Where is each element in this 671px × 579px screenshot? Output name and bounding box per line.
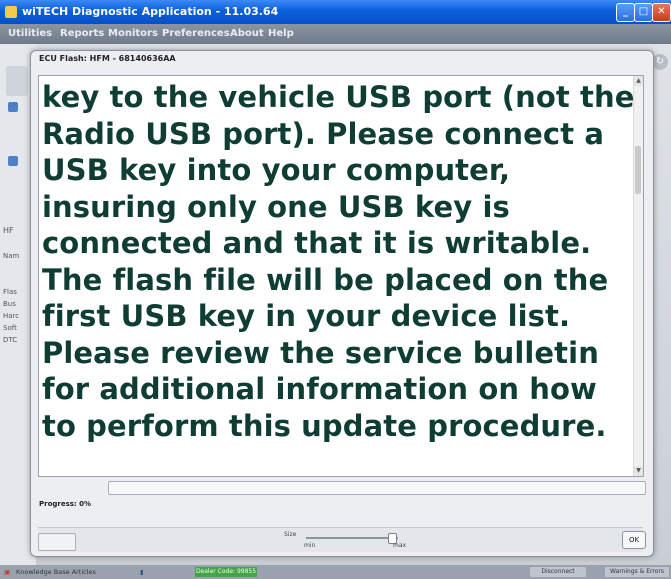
side-tab[interactable] bbox=[6, 66, 28, 96]
maximize-button[interactable]: □ bbox=[634, 3, 653, 22]
menu-preferences[interactable]: Preferences bbox=[162, 24, 230, 44]
side-label-bus: Bus bbox=[3, 300, 16, 308]
menu-about[interactable]: About bbox=[230, 24, 264, 44]
secondary-button[interactable] bbox=[38, 533, 76, 551]
refresh-icon[interactable]: ↻ bbox=[652, 54, 668, 70]
side-label-software: Soft bbox=[3, 324, 17, 332]
instruction-message: key to the vehicle USB port (not the Rad… bbox=[42, 80, 635, 443]
side-label-dtc: DTC bbox=[3, 336, 18, 344]
menu-reports[interactable]: Reports bbox=[60, 24, 104, 44]
message-scrollbar[interactable]: ▲ ▼ bbox=[633, 76, 643, 476]
progress-label: Progress: 0% bbox=[39, 500, 92, 508]
knowledge-base-link[interactable]: Knowledge Base Articles bbox=[16, 565, 96, 579]
menu-monitors[interactable]: Monitors bbox=[108, 24, 158, 44]
status-bar: ▣ Knowledge Base Articles ▮ Dealer Code:… bbox=[0, 565, 671, 579]
knowledge-icon[interactable]: ▣ bbox=[4, 565, 10, 579]
menu-bar: Utilities Reports Monitors Preferences A… bbox=[0, 24, 671, 44]
side-label-hf: HF bbox=[3, 226, 14, 235]
size-slider[interactable] bbox=[306, 537, 398, 539]
scroll-down-icon[interactable]: ▼ bbox=[634, 466, 643, 476]
size-label: Size bbox=[284, 531, 297, 538]
side-icon-1[interactable] bbox=[8, 102, 18, 112]
warnings-errors-button[interactable]: Warnings & Errors bbox=[605, 567, 669, 577]
disconnect-button[interactable]: Disconnect bbox=[530, 567, 586, 577]
side-icon-2[interactable] bbox=[8, 156, 18, 166]
dialog-title: ECU Flash: HFM - 68140636AA bbox=[39, 54, 176, 63]
close-button[interactable]: ✕ bbox=[652, 3, 671, 22]
menu-help[interactable]: Help bbox=[268, 24, 294, 44]
dialog-footer: Size min max OK bbox=[38, 527, 646, 552]
side-label-flash: Flas bbox=[3, 288, 17, 296]
side-label-name: Nam bbox=[3, 252, 20, 260]
slider-min-label: min bbox=[304, 542, 316, 549]
message-area[interactable]: key to the vehicle USB port (not the Rad… bbox=[38, 75, 644, 477]
scroll-up-icon[interactable]: ▲ bbox=[634, 76, 643, 86]
device-icon[interactable]: ▮ bbox=[140, 565, 144, 579]
side-label-hardware: Harc bbox=[3, 312, 20, 320]
ok-button[interactable]: OK bbox=[622, 531, 646, 549]
minimize-button[interactable]: _ bbox=[616, 3, 635, 22]
dealer-code-badge: Dealer Code: 99855 bbox=[195, 567, 257, 577]
ecu-flash-dialog: ECU Flash: HFM - 68140636AA key to the v… bbox=[30, 50, 654, 557]
menu-utilities[interactable]: Utilities bbox=[8, 24, 52, 44]
app-icon bbox=[5, 6, 17, 18]
progress-bar bbox=[108, 481, 646, 495]
window-title: wiTECH Diagnostic Application - 11.03.64 bbox=[22, 5, 279, 18]
scroll-thumb[interactable] bbox=[635, 146, 641, 194]
slider-max-label: max bbox=[393, 542, 407, 549]
window-titlebar: wiTECH Diagnostic Application - 11.03.64… bbox=[0, 0, 671, 24]
